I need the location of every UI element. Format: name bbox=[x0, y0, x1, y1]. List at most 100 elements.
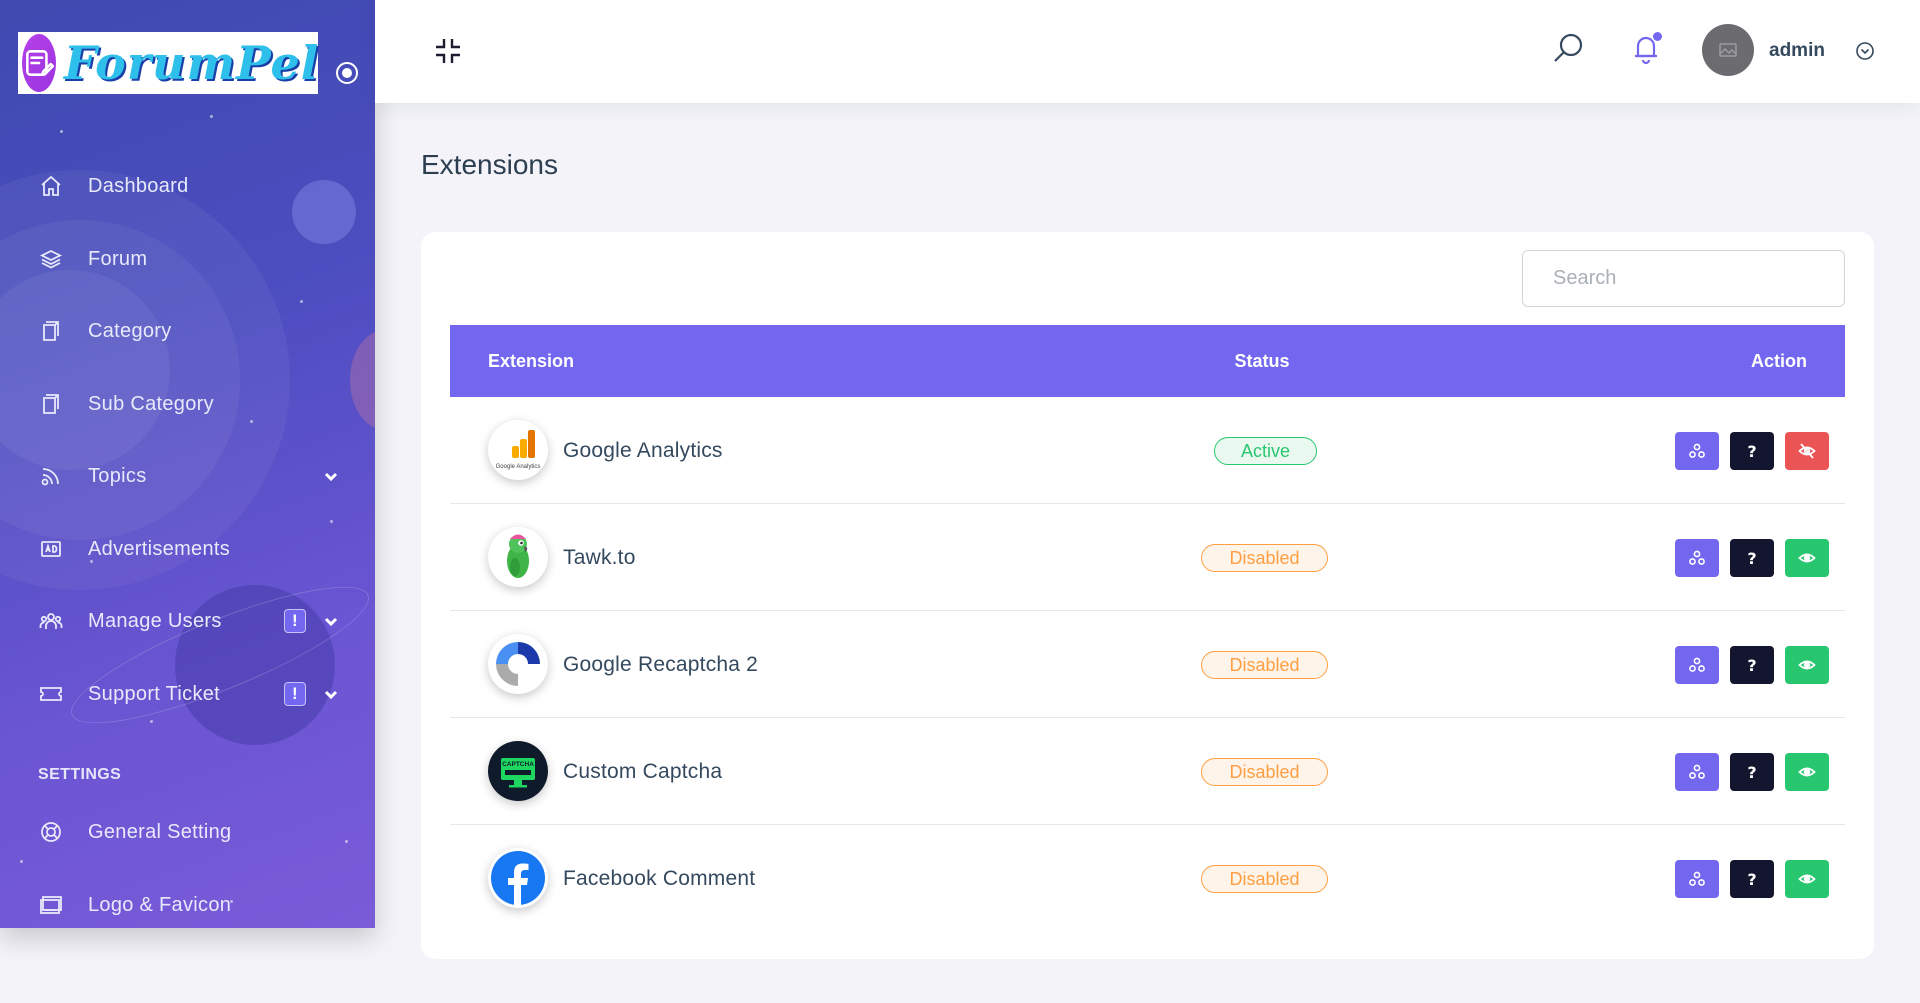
chevron-down-icon bbox=[322, 612, 340, 630]
configure-button[interactable] bbox=[1675, 646, 1719, 684]
sidebar-section-title: SETTINGS bbox=[38, 766, 122, 783]
page-title: Extensions bbox=[421, 149, 558, 180]
star-decoration bbox=[20, 860, 23, 863]
eye-icon bbox=[1798, 767, 1816, 777]
question-icon: ? bbox=[1747, 655, 1757, 675]
eye-slash-icon bbox=[1798, 443, 1816, 459]
sidebar-item-label: General Setting bbox=[88, 820, 232, 843]
sidebar-item-topics[interactable]: Topics bbox=[0, 451, 375, 501]
disable-button[interactable] bbox=[1785, 432, 1829, 470]
sidebar-toggle-button[interactable] bbox=[336, 62, 358, 84]
column-header-status: Status bbox=[1234, 350, 1290, 371]
extension-name: Custom Captcha bbox=[563, 759, 723, 783]
configure-button[interactable] bbox=[1675, 753, 1719, 791]
sidebar-item-manage-users[interactable]: Manage Users ! bbox=[0, 596, 375, 646]
enable-button[interactable] bbox=[1785, 753, 1829, 791]
sidebar-item-general-setting[interactable]: General Setting bbox=[0, 807, 375, 857]
help-button[interactable]: ? bbox=[1730, 860, 1774, 898]
configure-button[interactable] bbox=[1675, 539, 1719, 577]
image-placeholder-icon bbox=[1719, 43, 1737, 57]
sidebar-item-label: Advertisements bbox=[88, 537, 231, 560]
google-analytics-logo: Google Analytics bbox=[488, 420, 548, 480]
question-icon: ? bbox=[1747, 762, 1757, 782]
username[interactable]: admin bbox=[1769, 40, 1825, 62]
cogs-icon bbox=[1689, 550, 1705, 565]
configure-button[interactable] bbox=[1675, 432, 1719, 470]
sidebar-item-logo-favicon[interactable]: Logo & Favicon bbox=[0, 880, 375, 928]
star-decoration bbox=[210, 115, 213, 118]
tawkto-logo bbox=[488, 527, 548, 587]
table-header: Extension Status Action bbox=[450, 325, 1845, 397]
home-icon bbox=[38, 173, 64, 199]
extension-name: Google Analytics bbox=[563, 438, 723, 462]
feed-icon bbox=[38, 463, 64, 489]
table-row: Facebook Comment Disabled ? bbox=[450, 825, 1845, 932]
sidebar-item-label: Manage Users bbox=[88, 609, 222, 632]
top-bar: admin bbox=[375, 0, 1920, 103]
sidebar-item-sub-category[interactable]: Sub Category bbox=[0, 379, 375, 429]
chevron-down-circle-icon[interactable] bbox=[1855, 41, 1875, 61]
cogs-icon bbox=[1689, 443, 1705, 458]
status-badge: Disabled bbox=[1201, 651, 1328, 679]
sidebar-item-category[interactable]: Category bbox=[0, 306, 375, 356]
eye-icon bbox=[1798, 660, 1816, 670]
sidebar: ForumPel Dashboard Forum Category Sub Ca… bbox=[0, 0, 375, 928]
ad-icon bbox=[38, 536, 64, 562]
facebook-logo bbox=[488, 848, 548, 908]
brand-logo[interactable]: ForumPel bbox=[18, 32, 318, 94]
fullscreen-exit-icon[interactable] bbox=[433, 36, 463, 66]
question-icon: ? bbox=[1747, 869, 1757, 889]
recaptcha-logo bbox=[488, 634, 548, 694]
table-row: CAPTCHA Custom Captcha Disabled ? bbox=[450, 718, 1845, 825]
question-icon: ? bbox=[1747, 548, 1757, 568]
sidebar-item-label: Sub Category bbox=[88, 392, 214, 415]
document-icon bbox=[38, 391, 64, 417]
star-decoration bbox=[150, 720, 153, 723]
extension-name: Tawk.to bbox=[563, 545, 636, 569]
document-icon bbox=[38, 318, 64, 344]
sidebar-item-label: Dashboard bbox=[88, 174, 189, 197]
status-badge: Disabled bbox=[1201, 865, 1328, 893]
table-row: Google Analytics Google Analytics Active… bbox=[450, 397, 1845, 504]
logo-caption: Google Analytics bbox=[496, 464, 541, 470]
question-icon: ? bbox=[1747, 441, 1757, 461]
extensions-card: Extension Status Action Google Analytics… bbox=[421, 232, 1874, 959]
cogs-icon bbox=[1689, 871, 1705, 886]
star-decoration bbox=[300, 300, 303, 303]
enable-button[interactable] bbox=[1785, 646, 1829, 684]
star-decoration bbox=[60, 130, 63, 133]
help-button[interactable]: ? bbox=[1730, 646, 1774, 684]
table-row: Tawk.to Disabled ? bbox=[450, 504, 1845, 611]
chevron-down-icon bbox=[322, 685, 340, 703]
star-decoration bbox=[330, 520, 333, 523]
bell-icon[interactable] bbox=[1629, 30, 1663, 66]
sidebar-item-support-ticket[interactable]: Support Ticket ! bbox=[0, 669, 375, 719]
sidebar-item-label: Forum bbox=[88, 247, 148, 270]
help-button[interactable]: ? bbox=[1730, 539, 1774, 577]
ticket-icon bbox=[38, 681, 64, 707]
help-button[interactable]: ? bbox=[1730, 753, 1774, 791]
chevron-down-icon bbox=[322, 467, 340, 485]
sidebar-item-dashboard[interactable]: Dashboard bbox=[0, 161, 375, 211]
configure-button[interactable] bbox=[1675, 860, 1719, 898]
search-input[interactable] bbox=[1522, 250, 1845, 307]
enable-button[interactable] bbox=[1785, 860, 1829, 898]
cogs-icon bbox=[1689, 657, 1705, 672]
lifebuoy-icon bbox=[38, 819, 64, 845]
logo-caption: CAPTCHA bbox=[502, 761, 534, 768]
cogs-icon bbox=[1689, 764, 1705, 779]
search-icon[interactable] bbox=[1551, 32, 1585, 66]
sidebar-item-label: Topics bbox=[88, 464, 147, 487]
alert-badge: ! bbox=[284, 682, 306, 706]
enable-button[interactable] bbox=[1785, 539, 1829, 577]
sidebar-item-advertisements[interactable]: Advertisements bbox=[0, 524, 375, 574]
extension-name: Facebook Comment bbox=[563, 866, 756, 890]
eye-icon bbox=[1798, 874, 1816, 884]
notification-dot bbox=[1653, 32, 1662, 41]
table-row: Google Recaptcha 2 Disabled ? bbox=[450, 611, 1845, 718]
sidebar-item-forum[interactable]: Forum bbox=[0, 234, 375, 284]
help-button[interactable]: ? bbox=[1730, 432, 1774, 470]
monitor-icon bbox=[38, 892, 64, 918]
sidebar-item-label: Logo & Favicon bbox=[88, 893, 232, 916]
avatar[interactable] bbox=[1702, 24, 1754, 76]
